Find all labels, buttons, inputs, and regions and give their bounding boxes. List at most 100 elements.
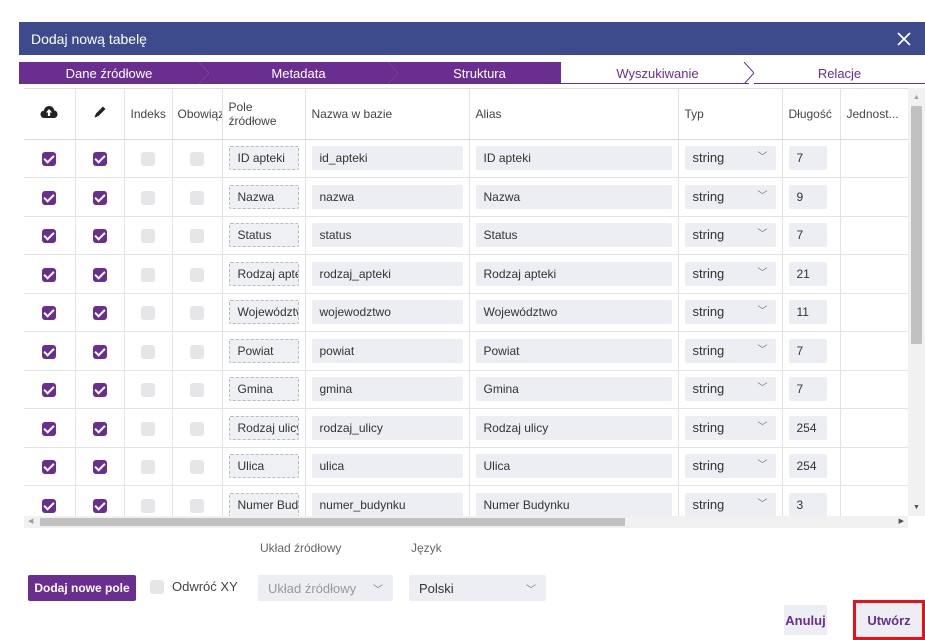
required-column-header[interactable]: Obowiązkowe [172,89,223,140]
scroll-left-arrow-icon[interactable]: ◀ [28,516,33,528]
edit-checkbox[interactable] [92,152,107,167]
upload-checkbox[interactable] [42,421,57,436]
source-field-chip[interactable]: Powiat [228,338,299,363]
db-name-input[interactable]: numer_budynku [311,492,463,516]
length-column-header[interactable]: Długość [782,89,841,140]
db-name-input[interactable]: ulica [311,454,463,479]
source-field-chip[interactable]: Gmina [228,377,299,402]
type-select[interactable]: string ﹀ [684,415,776,440]
alias-input[interactable]: Rodzaj apteki [475,261,672,286]
source-field-chip[interactable]: ID apteki [228,146,299,171]
length-input[interactable]: 3 [788,492,827,516]
db-name-input[interactable]: powiat [311,338,463,363]
required-checkbox[interactable] [190,190,204,205]
alias-input[interactable]: Status [475,223,672,248]
step-relations[interactable]: Relacje [754,62,925,84]
scroll-right-arrow-icon[interactable]: ▶ [899,516,904,528]
scroll-down-arrow-icon[interactable]: ▼ [908,500,925,514]
add-field-button[interactable]: Dodaj nowe pole [28,575,136,601]
type-select[interactable]: string ﹀ [684,300,776,325]
length-input[interactable]: 7 [788,377,827,402]
index-checkbox[interactable] [141,460,155,475]
source-field-chip[interactable]: Status [228,223,299,248]
length-input[interactable]: 254 [788,415,827,440]
db-name-input[interactable]: wojewodztwo [311,300,463,325]
db-name-input[interactable]: nazwa [311,184,463,209]
source-field-chip[interactable]: Numer Budynku [228,492,299,516]
required-checkbox[interactable] [190,306,204,321]
required-checkbox[interactable] [190,152,204,167]
edit-checkbox[interactable] [92,498,107,513]
required-checkbox[interactable] [190,229,204,244]
upload-checkbox[interactable] [42,152,57,167]
upload-column-header[interactable] [24,89,76,140]
create-button[interactable]: Utwórz [853,600,925,640]
invert-xy-checkbox[interactable] [150,579,164,594]
edit-checkbox[interactable] [92,190,107,205]
source-field-chip[interactable]: Rodzaj apteki [228,261,299,286]
alias-input[interactable]: Gmina [475,377,672,402]
edit-checkbox[interactable] [92,344,107,359]
alias-input[interactable]: Ulica [475,454,672,479]
type-select[interactable]: string ﹀ [684,454,776,479]
alias-input[interactable]: Numer Budynku [475,492,672,516]
required-checkbox[interactable] [190,498,204,513]
alias-input[interactable]: Nazwa [475,184,672,209]
type-select[interactable]: string ﹀ [684,492,776,516]
index-checkbox[interactable] [141,229,155,244]
type-select[interactable]: string ﹀ [684,184,776,209]
cancel-button[interactable]: Anuluj [784,605,827,635]
upload-checkbox[interactable] [42,190,57,205]
invert-xy-option[interactable]: Odwróć XY [150,579,238,594]
index-checkbox[interactable] [141,344,155,359]
required-checkbox[interactable] [190,421,204,436]
alias-input[interactable]: Województwo [475,300,672,325]
index-checkbox[interactable] [141,190,155,205]
type-select[interactable]: string ﹀ [684,146,776,171]
index-checkbox[interactable] [141,267,155,282]
alias-input[interactable]: Powiat [475,338,672,363]
alias-input[interactable]: ID apteki [475,146,672,171]
source-field-chip[interactable]: Nazwa [228,184,299,209]
required-checkbox[interactable] [190,460,204,475]
index-checkbox[interactable] [141,421,155,436]
vertical-scroll-thumb[interactable] [911,106,922,344]
index-column-header[interactable]: Indeks [124,89,173,140]
language-select[interactable]: Polski ﹀ [409,575,546,601]
type-column-header[interactable]: Typ [678,89,783,140]
index-checkbox[interactable] [141,498,155,513]
source-field-chip[interactable]: Województwo [228,300,299,325]
step-search[interactable]: Wyszukiwanie [561,62,754,84]
type-select[interactable]: string ﹀ [684,377,776,402]
db-name-input[interactable]: id_apteki [311,146,463,171]
upload-checkbox[interactable] [42,306,57,321]
db-name-column-header[interactable]: Nazwa w bazie [305,89,470,140]
source-layout-select[interactable]: Układ źródłowy ﹀ [258,575,393,601]
edit-checkbox[interactable] [92,383,107,398]
upload-checkbox[interactable] [42,229,57,244]
source-field-column-header[interactable]: Pole źródłowe [222,89,306,140]
index-checkbox[interactable] [141,383,155,398]
source-field-chip[interactable]: Rodzaj ulicy [228,415,299,440]
length-input[interactable]: 9 [788,184,827,209]
length-input[interactable]: 21 [788,261,827,286]
edit-checkbox[interactable] [92,306,107,321]
length-input[interactable]: 11 [788,300,827,325]
upload-checkbox[interactable] [42,383,57,398]
source-field-chip[interactable]: Ulica [228,454,299,479]
alias-column-header[interactable]: Alias [469,89,679,140]
db-name-input[interactable]: rodzaj_ulicy [311,415,463,440]
index-checkbox[interactable] [141,306,155,321]
close-icon[interactable] [893,28,915,50]
alias-input[interactable]: Rodzaj ulicy [475,415,672,440]
upload-checkbox[interactable] [42,267,57,282]
db-name-input[interactable]: gmina [311,377,463,402]
step-structure[interactable]: Struktura [388,62,571,84]
db-name-input[interactable]: rodzaj_apteki [311,261,463,286]
step-metadata[interactable]: Metadata [199,62,398,84]
type-select[interactable]: string ﹀ [684,223,776,248]
index-checkbox[interactable] [141,152,155,167]
horizontal-scrollbar[interactable]: ◀ ▶ [24,516,908,528]
horizontal-scroll-thumb[interactable] [40,518,625,526]
unit-column-header[interactable]: Jednost... [840,89,908,140]
